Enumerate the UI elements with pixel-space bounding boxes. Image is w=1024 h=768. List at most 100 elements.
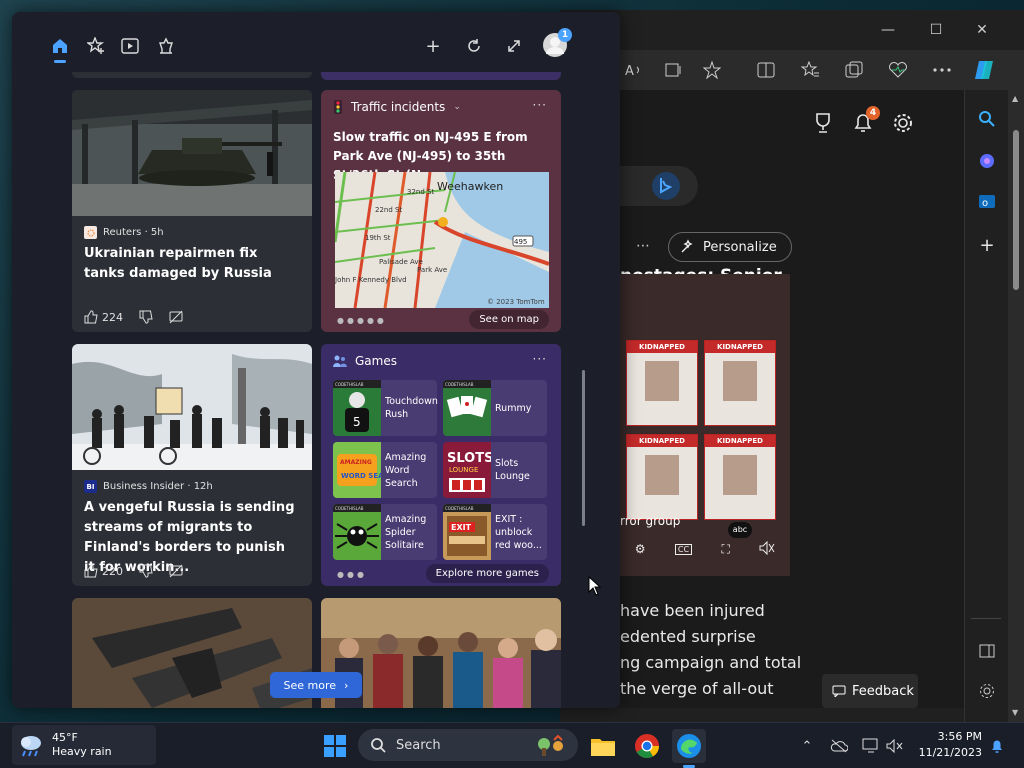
collections-icon[interactable] [842, 58, 866, 82]
system-clock[interactable]: 3:56 PM 11/21/2023 [908, 729, 982, 761]
widgets-video-icon[interactable] [118, 34, 142, 58]
map-street-label: Park Ave [417, 266, 448, 274]
personalize-button[interactable]: Personalize [668, 232, 792, 262]
game-tile-word-search[interactable]: AMAZING WORD SEARCH Amazing Word Search [333, 442, 437, 498]
more-options-icon[interactable] [930, 58, 954, 82]
svg-text:CODETHISLAB: CODETHISLAB [445, 382, 474, 387]
maximize-button[interactable]: ☐ [916, 16, 956, 44]
carousel-dots[interactable]: ●●●●● [337, 316, 387, 325]
traffic-widget-title[interactable]: Traffic incidents ⌄ [333, 100, 461, 114]
games-widget[interactable]: Games ··· CODETHISLAB 5 Touchdown Rush CO… [321, 344, 561, 586]
split-screen-icon[interactable] [754, 58, 778, 82]
widgets-games-icon[interactable] [154, 34, 178, 58]
favorite-star-icon[interactable] [700, 58, 724, 82]
network-icon[interactable] [860, 735, 882, 757]
news-card-finland-migrants[interactable]: BI Business Insider · 12h A vengeful Rus… [72, 344, 312, 586]
video-settings-icon[interactable]: ⚙ [635, 542, 646, 556]
game-tile-rummy[interactable]: CODETHISLAB Rummy [443, 380, 547, 436]
map-street-label: John F Kennedy Blvd [335, 276, 407, 284]
read-aloud-icon[interactable]: A [622, 58, 646, 82]
widgets-header: + 1 [12, 12, 620, 72]
immersive-reader-icon[interactable] [662, 58, 686, 82]
carousel-dots[interactable]: ●●● [337, 570, 367, 579]
widgets-interests-icon[interactable] [84, 34, 108, 58]
start-button[interactable] [318, 729, 352, 763]
browser-essentials-icon[interactable] [886, 58, 910, 82]
sidebar-settings-icon[interactable] [972, 676, 1002, 706]
sidebar-panel-icon[interactable] [972, 636, 1002, 666]
sidebar-copilot-icon[interactable] [972, 146, 1002, 176]
game-tile-slots-lounge[interactable]: SLOTS LOUNGE Slots Lounge [443, 442, 547, 498]
copilot-icon[interactable] [972, 58, 996, 82]
weather-widget[interactable]: 45°F Heavy rain [12, 725, 156, 765]
sidebar-outlook-icon[interactable]: o [972, 186, 1002, 216]
dislike-icon[interactable] [139, 310, 153, 324]
bing-search-box[interactable] [620, 166, 698, 206]
more-dots-icon[interactable]: ⋯ [636, 238, 650, 254]
article-text-line: the verge of all-out [620, 679, 774, 698]
hide-story-icon[interactable] [169, 310, 183, 324]
see-on-map-button[interactable]: See on map [469, 310, 549, 329]
search-highlight-icon [538, 734, 563, 756]
refresh-icon[interactable] [462, 34, 486, 58]
chevron-down-icon[interactable]: ⌄ [453, 102, 461, 112]
word-search-thumbnail: AMAZING WORD SEARCH [333, 442, 381, 498]
scroll-up-icon[interactable]: ▲ [1012, 94, 1018, 103]
onedrive-sync-icon[interactable] [828, 735, 850, 757]
sidebar-search-icon[interactable] [972, 104, 1002, 134]
dislike-icon[interactable] [139, 564, 153, 578]
feedback-button[interactable]: Feedback [822, 674, 918, 708]
game-tile-touchdown-rush[interactable]: CODETHISLAB 5 Touchdown Rush [333, 380, 438, 436]
widgets-home-icon[interactable] [48, 34, 72, 63]
game-tile-exit-unblock[interactable]: CODETHISLAB EXIT EXIT : unblock red woo..… [443, 504, 547, 560]
mute-icon[interactable] [759, 540, 775, 558]
settings-gear-icon[interactable] [888, 108, 918, 138]
more-options-icon[interactable]: ··· [533, 98, 547, 112]
search-label: Search [396, 737, 441, 753]
games-widget-title[interactable]: Games [333, 354, 397, 368]
sidebar-add-icon[interactable]: + [972, 230, 1002, 260]
add-widget-icon[interactable]: + [421, 34, 445, 58]
file-explorer-app[interactable] [586, 729, 620, 763]
hide-story-icon[interactable] [169, 564, 183, 578]
bing-chat-icon[interactable] [652, 172, 680, 200]
news-card-ukraine-tanks[interactable]: Reuters · 5h Ukrainian repairmen fix tan… [72, 90, 312, 332]
expand-icon[interactable] [502, 34, 526, 58]
edge-scrollbar[interactable]: ▲ ▼ [1008, 90, 1024, 722]
show-hidden-icons-chevron-icon[interactable]: ⌃ [796, 735, 818, 757]
more-options-icon[interactable]: ··· [533, 352, 547, 366]
user-avatar[interactable]: 1 [540, 28, 572, 60]
like-button[interactable]: 220 [84, 564, 123, 578]
taskbar-search-box[interactable]: Search [358, 729, 578, 761]
game-name: Rummy [495, 402, 532, 414]
rewards-trophy-icon[interactable] [808, 108, 838, 138]
fullscreen-icon[interactable]: ⛶ [721, 542, 729, 557]
heavy-rain-icon [21, 736, 41, 757]
edge-app[interactable] [672, 729, 706, 768]
scrollbar-thumb[interactable] [1013, 130, 1019, 290]
news-image-tanks [72, 90, 312, 216]
close-button[interactable]: ✕ [962, 16, 1002, 44]
notifications-bell-icon[interactable]: 4 [848, 106, 880, 138]
kidnapped-poster: KIDNAPPED [626, 340, 698, 426]
minimize-button[interactable]: — [868, 16, 908, 44]
exit-unblock-thumbnail: CODETHISLAB EXIT [443, 504, 491, 560]
scroll-down-icon[interactable]: ▼ [1012, 708, 1018, 717]
thumbs-up-icon [84, 310, 98, 324]
traffic-light-icon [334, 100, 342, 114]
like-button[interactable]: 224 [84, 310, 123, 324]
see-more-button[interactable]: See more › [270, 672, 362, 698]
news-headline[interactable]: Ukrainian repairmen fix tanks damaged by… [84, 244, 300, 284]
chrome-app[interactable] [630, 729, 664, 763]
game-tile-spider-solitaire[interactable]: CODETHISLAB Amazing Spider Solitaire [333, 504, 437, 560]
widgets-panel: + 1 Reuters · 5h Ukrainian repairmen fix… [12, 12, 620, 708]
favorites-icon[interactable] [798, 58, 822, 82]
closed-captions-icon[interactable]: CC [674, 543, 693, 555]
map-place-label: Weehawken [437, 180, 504, 193]
explore-more-games-button[interactable]: Explore more games [425, 564, 549, 583]
traffic-incidents-widget[interactable]: Traffic incidents ⌄ ··· Slow traffic on … [321, 90, 561, 332]
volume-muted-icon[interactable] [884, 735, 906, 757]
notification-bell-icon[interactable] [986, 735, 1008, 757]
article-video[interactable]: KIDNAPPED KIDNAPPED KIDNAPPED KIDNAPPED … [620, 274, 790, 576]
widgets-scrollbar[interactable] [582, 370, 585, 526]
